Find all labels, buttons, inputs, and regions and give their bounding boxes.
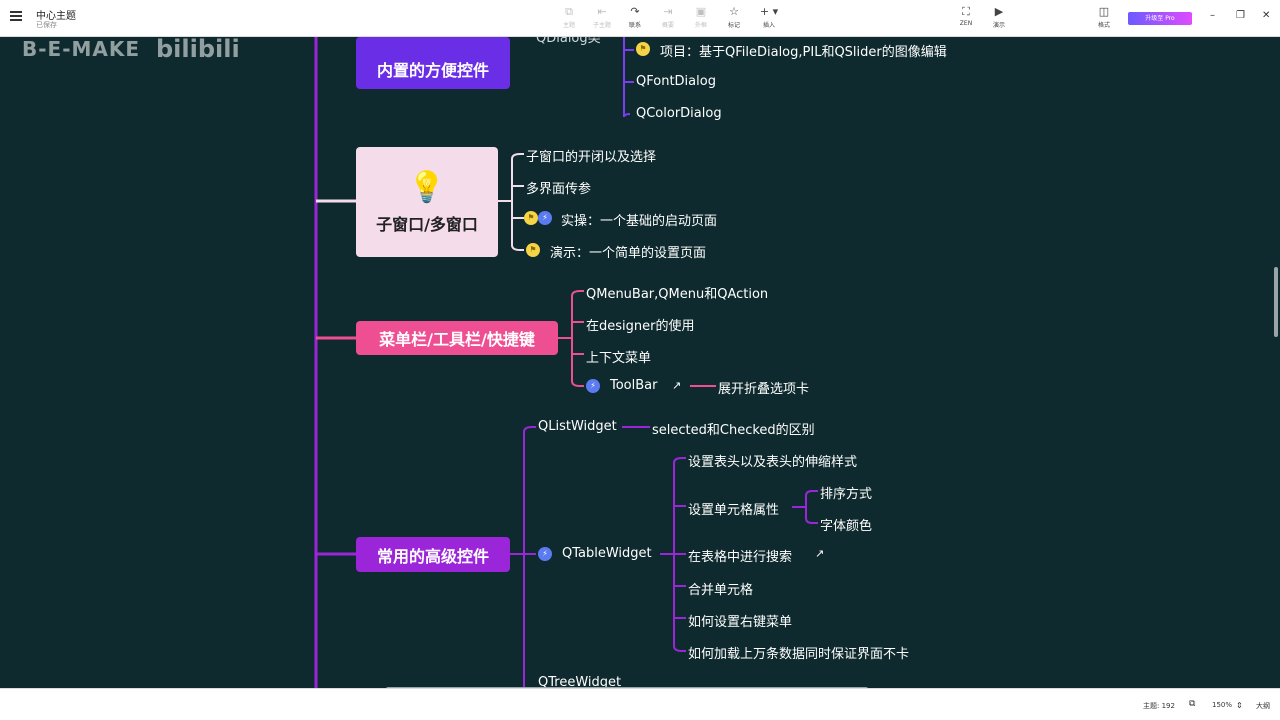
zen-mode-button[interactable]: ⛶ ZEN — [949, 5, 983, 27]
node-qlistwidget[interactable]: QListWidget — [538, 419, 617, 434]
format-panel-button[interactable]: ◫ 格式 — [1087, 5, 1121, 29]
topic-icon: ⧉ — [565, 5, 573, 18]
node-cell-properties[interactable]: 设置单元格属性 — [688, 499, 779, 518]
node-right-click-menu[interactable]: 如何设置右键菜单 — [688, 611, 792, 630]
node-menubar-toolbar-shortcut[interactable]: 菜单栏/工具栏/快捷键 — [356, 321, 558, 355]
node-table-search[interactable]: 在表格中进行搜索 — [688, 546, 792, 565]
node-multi-window-params[interactable]: 多界面传参 — [526, 178, 591, 197]
flag-icon: ⚑ — [526, 243, 540, 257]
upgrade-pro-button[interactable]: 升级至 Pro — [1128, 12, 1192, 25]
node-toolbar[interactable]: ToolBar — [610, 378, 657, 393]
lightbulb-icon: 💡 — [408, 169, 446, 205]
node-qdialog-class[interactable]: QDialog类 — [536, 37, 601, 46]
toolbar-marker-button[interactable]: ☆ 标记 — [717, 5, 751, 29]
toolbar-relation-button[interactable]: ↷ 联系 — [618, 5, 652, 29]
toolbar-topic-button[interactable]: ⧉ 主题 — [552, 5, 586, 29]
external-link-icon[interactable]: ↗ — [815, 547, 824, 560]
maximize-button[interactable]: ❐ — [1236, 10, 1245, 21]
node-header-resize-style[interactable]: 设置表头以及表头的伸缩样式 — [688, 451, 857, 470]
node-qfontdialog[interactable]: QFontDialog — [636, 74, 716, 89]
node-subwindow[interactable]: 💡 子窗口/多窗口 — [356, 147, 498, 257]
node-qcolordialog[interactable]: QColorDialog — [636, 106, 722, 121]
toolbar-subtopic-button[interactable]: ⇤ 子主题 — [585, 5, 619, 29]
relation-icon: ↷ — [630, 5, 640, 18]
node-subwindow-open-close[interactable]: 子窗口的开闭以及选择 — [526, 146, 656, 165]
top-toolbar: 中心主题 已保存 ⧉ 主题 ⇤ 子主题 ↷ 联系 ⇥ 概要 ▣ 外框 ☆ 标记 + ▾ 插入 … — [0, 0, 1280, 37]
node-practice-startup-page[interactable]: 实操：一个基础的启动页面 — [561, 210, 717, 229]
zoom-level[interactable]: 150% — [1212, 701, 1232, 709]
lightning-icon: ⚡ — [586, 379, 600, 393]
node-project-image-edit[interactable]: 项目：基于QFileDialog,PIL和QSlider的图像编辑 — [660, 41, 947, 60]
node-designer-usage[interactable]: 在designer的使用 — [586, 315, 694, 334]
hamburger-menu-icon[interactable] — [10, 11, 22, 21]
close-button[interactable]: ✕ — [1262, 10, 1270, 21]
node-subwindow-title: 子窗口/多窗口 — [376, 214, 478, 234]
panel-icon: ◫ — [1098, 5, 1110, 18]
node-sort-order[interactable]: 排序方式 — [820, 483, 872, 502]
external-link-icon[interactable]: ↗ — [672, 379, 681, 392]
flag-icon: ⚑ — [636, 42, 650, 56]
node-qmenubar[interactable]: QMenuBar,QMenu和QAction — [586, 283, 768, 302]
node-qtablewidget[interactable]: QTableWidget — [562, 546, 652, 561]
node-context-menu[interactable]: 上下文菜单 — [586, 347, 651, 366]
toolbar-insert-button[interactable]: + ▾ 插入 — [752, 5, 786, 29]
minimize-button[interactable]: – — [1210, 10, 1215, 21]
node-font-color[interactable]: 字体颜色 — [820, 515, 872, 534]
flag-icon: ⚑ — [524, 211, 538, 225]
node-merge-cells[interactable]: 合并单元格 — [688, 579, 753, 598]
fullscreen-icon: ⛶ — [962, 5, 970, 18]
boundary-icon: ▣ — [695, 5, 707, 18]
node-advanced-widgets[interactable]: 常用的高级控件 — [356, 537, 510, 572]
play-icon: ▶ — [994, 5, 1004, 18]
node-load-large-data[interactable]: 如何加载上万条数据同时保证界面不卡 — [688, 643, 909, 662]
plus-icon: + ▾ — [759, 5, 779, 18]
status-bar: 主题: 192 ⧉ 150% ⇕ 大纲 — [0, 688, 1280, 720]
present-button[interactable]: ▶ 演示 — [982, 5, 1016, 29]
outline-button[interactable]: 大纲 — [1256, 701, 1270, 711]
node-demo-settings-page[interactable]: 演示：一个简单的设置页面 — [550, 242, 706, 261]
star-icon: ☆ — [729, 5, 739, 18]
topic-count: 主题: 192 — [1143, 702, 1175, 710]
node-expand-collapse-tabs[interactable]: 展开折叠选项卡 — [718, 378, 809, 397]
lightning-icon: ⚡ — [538, 547, 552, 561]
map-icon[interactable]: ⧉ — [1189, 699, 1195, 709]
mindmap-canvas[interactable]: B-E-MAKE bilibili 内置的方便控件 QDialog类 ⚑ 项目：… — [0, 37, 1280, 688]
save-status: 已保存 — [36, 21, 57, 29]
toolbar-summary-button[interactable]: ⇥ 概要 — [651, 5, 685, 29]
vertical-scrollbar[interactable] — [1274, 267, 1278, 337]
zoom-stepper-icon[interactable]: ⇕ — [1236, 701, 1243, 710]
summary-icon: ⇥ — [663, 5, 673, 18]
toolbar-boundary-button[interactable]: ▣ 外框 — [684, 5, 718, 29]
lightning-icon: ⚡ — [538, 211, 552, 225]
node-builtin-dialogs[interactable]: 内置的方便控件 — [356, 37, 510, 89]
node-selected-vs-checked[interactable]: selected和Checked的区别 — [652, 419, 815, 438]
subtopic-icon: ⇤ — [597, 5, 607, 18]
